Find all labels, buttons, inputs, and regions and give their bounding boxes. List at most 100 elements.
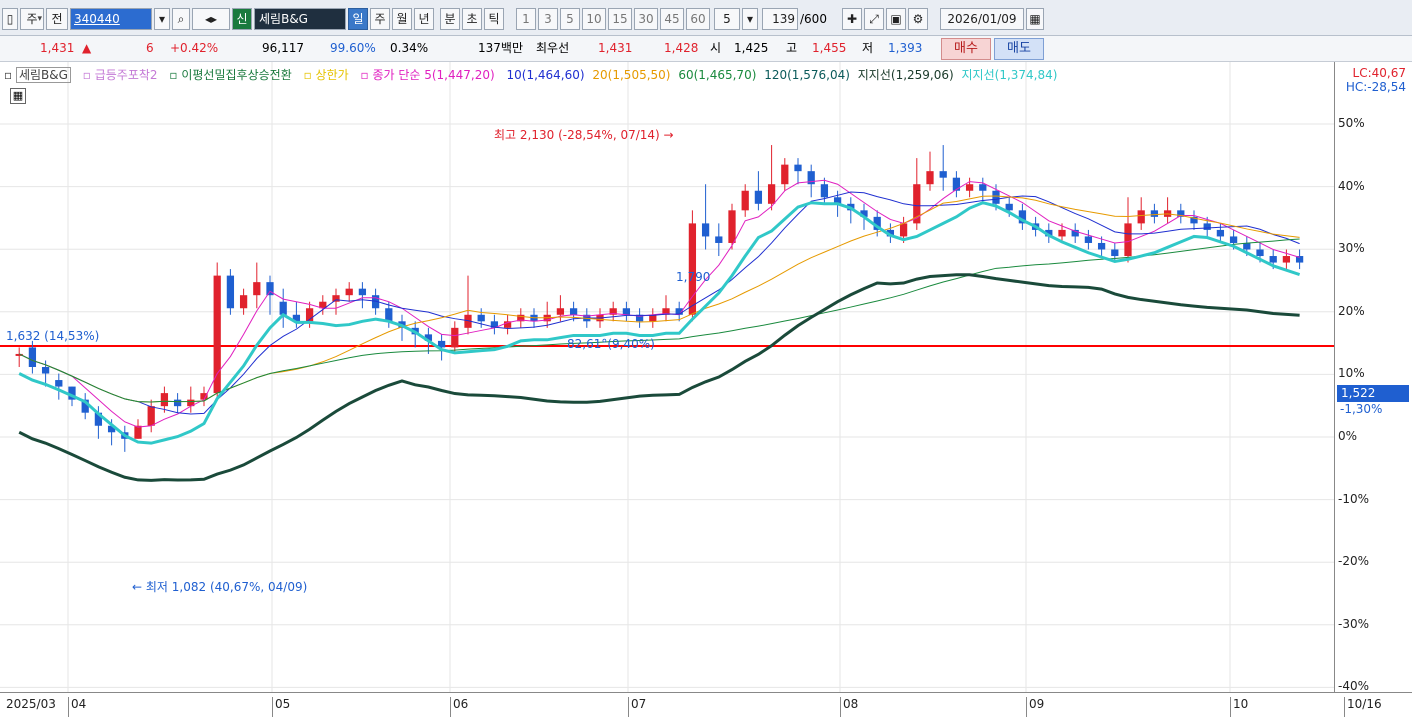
support-line-cyan: [18, 201, 1301, 445]
gear-icon[interactable]: ⚙: [908, 8, 928, 30]
low-annotation: ← 최저 1,082 (40,67%, 04/09): [132, 580, 308, 594]
candle-body: [1282, 256, 1291, 263]
date-input[interactable]: 2026/01/09: [940, 8, 1024, 30]
candle-body: [1216, 229, 1225, 237]
candle-body: [160, 393, 169, 407]
n-value[interactable]: 5: [714, 8, 740, 30]
crosshair-icon[interactable]: ✚: [842, 8, 862, 30]
toolbar: ▯ 주 ▾ 전 340440 ▾ ⌕ ◂▸ 신 세림B&G 일 주 월 년 분 초…: [0, 0, 1412, 36]
period-second[interactable]: 초: [462, 8, 482, 30]
legend-ma60[interactable]: 60(1,465,70): [678, 68, 756, 82]
candle-body: [794, 164, 802, 172]
period-week[interactable]: 주: [370, 8, 390, 30]
y-axis-separator: [1334, 62, 1335, 692]
candle-body: [385, 308, 393, 322]
calendar-icon[interactable]: ▦: [1026, 8, 1044, 30]
chevron-down-icon: ▾: [37, 14, 42, 24]
ma-line: [18, 191, 1300, 415]
candle-body: [253, 282, 261, 296]
open-price: 1,425: [734, 41, 769, 55]
candle-body: [556, 308, 565, 315]
n-dropdown-icon[interactable]: ▾: [742, 8, 758, 30]
legend-ind1[interactable]: ▫ 급등주포착2: [83, 68, 162, 82]
x-axis: 2025/03 04 05 06 07 08 09 10 10/16: [0, 692, 1412, 717]
candle-body: [979, 184, 987, 191]
legend-ma20[interactable]: 20(1,505,50): [592, 68, 670, 82]
candle-body: [569, 308, 578, 315]
high-label: 고: [786, 41, 798, 55]
period-minute[interactable]: 분: [440, 8, 460, 30]
candle-body: [226, 275, 235, 309]
buy-button[interactable]: 매수: [941, 38, 991, 60]
point-label: 1,790: [676, 270, 711, 284]
code-input[interactable]: 340440: [70, 8, 152, 30]
speaker-icon[interactable]: ◂▸: [192, 8, 230, 30]
interval-45[interactable]: 45: [660, 8, 684, 30]
interval-3[interactable]: 3: [538, 8, 558, 30]
candle-body: [213, 275, 221, 394]
candle-body: [1124, 223, 1132, 257]
prev-button[interactable]: 전: [46, 8, 68, 30]
period-month[interactable]: 월: [392, 8, 412, 30]
legend-ma120[interactable]: 120(1,576,04): [764, 68, 850, 82]
period-tick[interactable]: 틱: [484, 8, 504, 30]
interval-5[interactable]: 5: [560, 8, 580, 30]
interval-60[interactable]: 60: [686, 8, 710, 30]
stock-name-field[interactable]: 세림B&G: [254, 8, 346, 30]
low-label: 저: [862, 41, 874, 55]
price-chart[interactable]: [0, 62, 1412, 692]
candle-body: [55, 380, 63, 387]
x-tick-label: 10: [1230, 697, 1248, 717]
x-tick-label: 10/16: [1344, 697, 1382, 717]
y-tick-label: 20%: [1338, 303, 1365, 318]
current-price: 1,431: [40, 41, 75, 55]
legend-ind2[interactable]: ▫ 이평선밀집후상승전환: [169, 68, 295, 82]
interval-1[interactable]: 1: [516, 8, 536, 30]
candle-body: [1084, 236, 1093, 243]
type-label: 주: [26, 12, 38, 26]
candle-body: [992, 190, 1000, 204]
candle-body: [1005, 203, 1013, 211]
legend-ma5[interactable]: ▫ 종가 단순 5(1,447,20): [360, 68, 498, 82]
type-dropdown[interactable]: 주 ▾: [20, 8, 44, 30]
hc-value: HC:-28,54: [1345, 80, 1406, 94]
y-tick-label: -10%: [1338, 491, 1370, 506]
price-pct: -1,30%: [1340, 402, 1383, 416]
save-icon[interactable]: ▣: [886, 8, 906, 30]
candle-body: [767, 184, 776, 204]
search-icon[interactable]: ⌕: [172, 8, 190, 30]
hline-label: 1,632 (14,53%): [6, 329, 100, 343]
count-input[interactable]: 139: [762, 8, 798, 30]
legend-ind3[interactable]: ▫ 상한가: [304, 68, 353, 82]
ma-line: [18, 195, 1300, 403]
legend-support1[interactable]: 지지선(1,259,06): [858, 68, 954, 82]
legend-support2[interactable]: 지지선(1,374,84): [962, 68, 1058, 82]
count-total: /600: [800, 12, 827, 26]
interval-15[interactable]: 15: [608, 8, 632, 30]
candle-body: [41, 367, 50, 374]
chart-legend: ▫ 세림B&G ▫ 급등주포착2 ▫ 이평선밀집후상승전환 ▫ 상한가 ▫ 종가…: [4, 66, 1061, 84]
legend-ma10[interactable]: 10(1,464,60): [507, 68, 585, 82]
trendline-icon[interactable]: ⤢: [864, 8, 884, 30]
legend-name[interactable]: ▫ 세림B&G: [4, 67, 75, 83]
period-year[interactable]: 년: [414, 8, 434, 30]
period-day[interactable]: 일: [348, 8, 368, 30]
y-tick-label: 50%: [1338, 116, 1365, 130]
sell-button[interactable]: 매도: [994, 38, 1044, 60]
candle-body: [1111, 249, 1119, 257]
candle-body: [239, 295, 248, 309]
ma-line: [18, 179, 1300, 428]
candle-body: [913, 184, 921, 224]
lc-hc-readout: LC:40,67 HC:-28,54: [1346, 66, 1406, 94]
code-dropdown-icon[interactable]: ▾: [154, 8, 170, 30]
grid-icon[interactable]: ▦: [10, 88, 26, 104]
new-button[interactable]: 신: [232, 8, 252, 30]
candle-body: [926, 171, 934, 185]
interval-30[interactable]: 30: [634, 8, 658, 30]
support-line-dark: [18, 273, 1300, 482]
interval-10[interactable]: 10: [582, 8, 606, 30]
chart-icon[interactable]: ▯: [2, 8, 18, 30]
candle-body: [332, 295, 340, 302]
volume: 96,117: [262, 41, 304, 55]
candle-body: [754, 190, 763, 204]
